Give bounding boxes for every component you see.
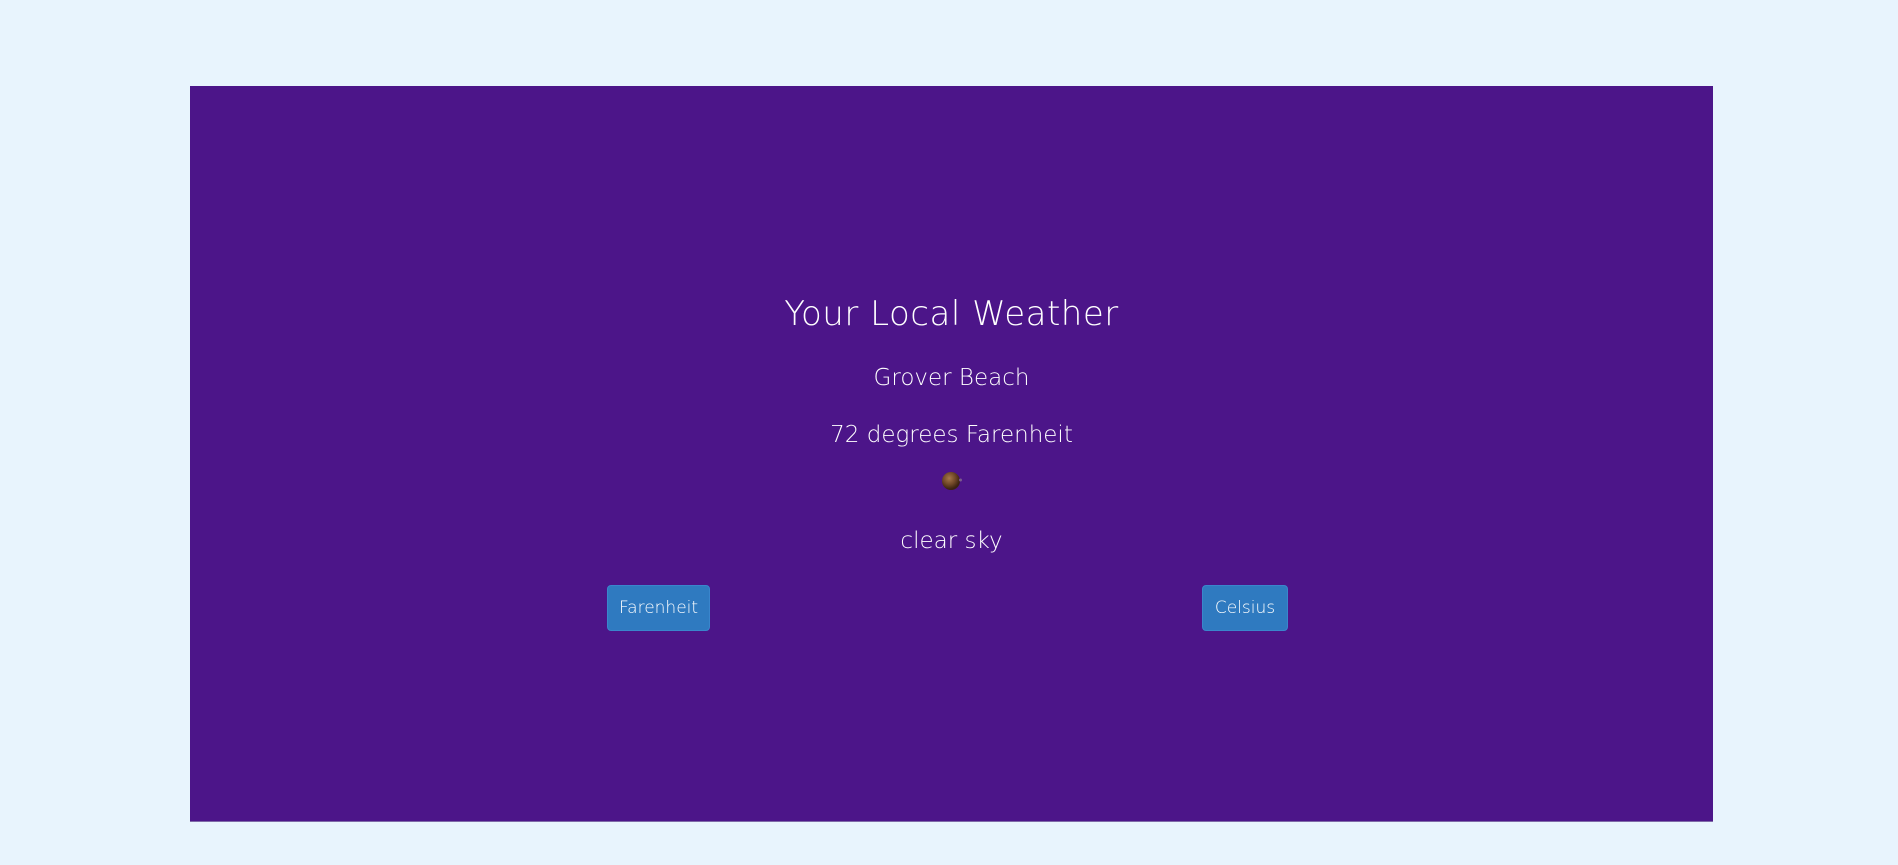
city-name: Grover Beach: [873, 365, 1030, 391]
celsius-button[interactable]: Celsius: [1202, 585, 1288, 631]
clear-sky-icon: [942, 472, 962, 490]
farenheit-button[interactable]: Farenheit: [607, 585, 710, 631]
weather-panel: Your Local Weather Grover Beach 72 degre…: [190, 86, 1713, 822]
page-title: Your Local Weather: [784, 294, 1119, 334]
temperature-readout: 72 degrees Farenheit: [830, 422, 1073, 448]
weather-description: clear sky: [900, 528, 1003, 554]
